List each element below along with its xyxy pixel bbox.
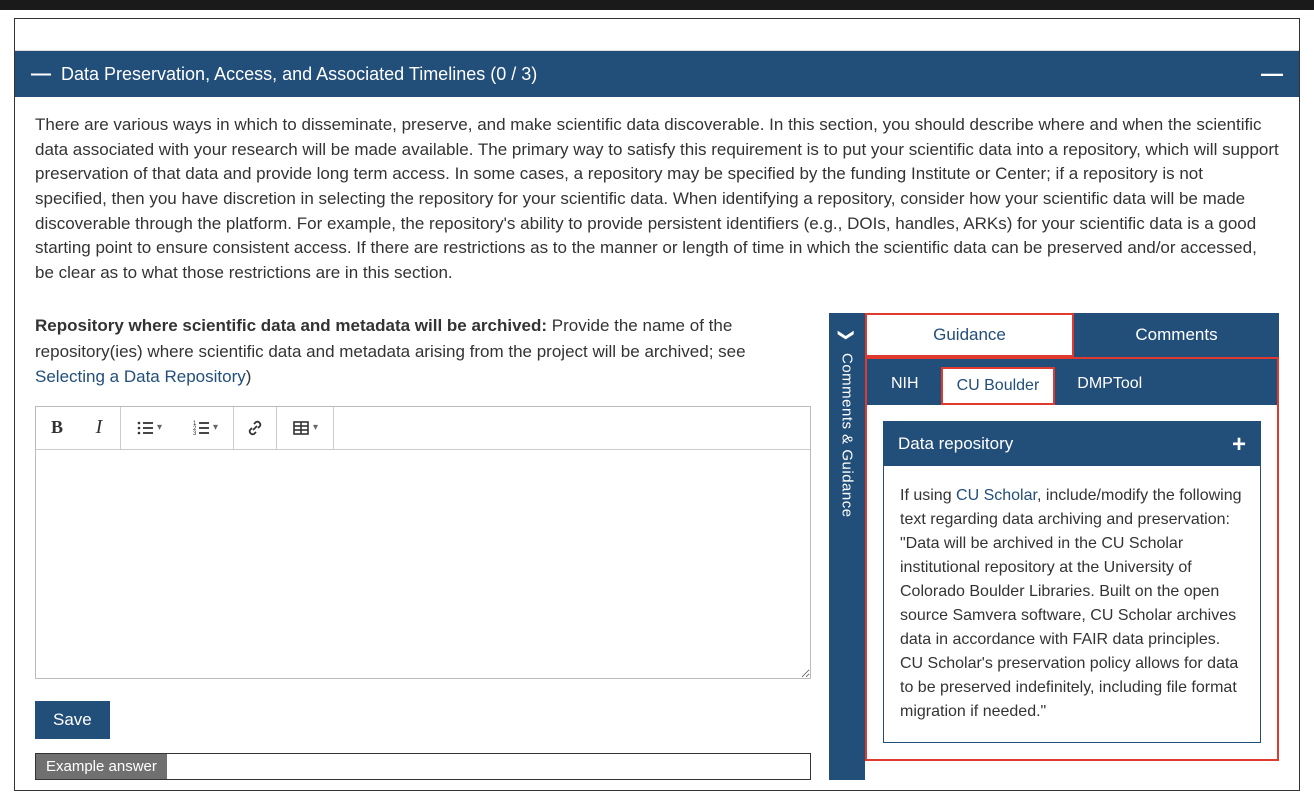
guidance-subtabs: NIH CU Boulder DMPTool: [867, 359, 1277, 405]
collapse-right-icon: —: [1261, 61, 1283, 87]
chevron-down-icon: ▾: [213, 422, 218, 433]
guidance-card-body: If using CU Scholar, include/modify the …: [884, 466, 1260, 742]
link-button[interactable]: [234, 407, 276, 449]
collapse-icon: —: [31, 64, 51, 84]
link-icon: [246, 419, 264, 437]
page-frame: — Data Preservation, Access, and Associa…: [14, 18, 1300, 791]
panel-tabs: Guidance Comments: [865, 313, 1279, 357]
guidance-panel: Guidance Comments NIH CU Boulder DMPTool…: [865, 313, 1279, 780]
guidance-body-rest: , include/modify the following text rega…: [900, 487, 1242, 720]
numbered-list-button[interactable]: 1 2 3 ▾: [177, 407, 233, 449]
question-bold: Repository where scientific data and met…: [35, 316, 547, 335]
question-end: ): [246, 367, 252, 386]
subtab-dmptool[interactable]: DMPTool: [1063, 367, 1156, 405]
section-title: Data Preservation, Access, and Associate…: [61, 64, 537, 85]
chevron-down-icon: ▾: [157, 422, 162, 433]
repository-link[interactable]: Selecting a Data Repository: [35, 367, 246, 386]
cu-scholar-link[interactable]: CU Scholar: [956, 487, 1037, 504]
example-answer-container: Example answer: [35, 753, 811, 780]
rail-label: Comments & Guidance: [839, 353, 856, 518]
table-button[interactable]: ▾: [277, 407, 333, 449]
browser-top-bar: [0, 0, 1314, 10]
chevron-down-icon: ▾: [313, 422, 318, 433]
tab-comments[interactable]: Comments: [1074, 313, 1279, 357]
numbered-list-icon: 1 2 3: [192, 419, 210, 437]
tab-guidance[interactable]: Guidance: [865, 313, 1074, 357]
italic-button[interactable]: I: [78, 407, 120, 449]
guidance-body-prefix: If using: [900, 487, 956, 504]
question-column: Repository where scientific data and met…: [35, 313, 829, 780]
bullet-list-button[interactable]: ▾: [121, 407, 177, 449]
chevron-right-icon: ❯: [837, 329, 857, 342]
subtab-nih[interactable]: NIH: [877, 367, 933, 405]
editor-toolbar: B I ▾: [36, 407, 810, 450]
guidance-card-title: Data repository: [898, 434, 1013, 454]
section-intro: There are various ways in which to disse…: [35, 113, 1279, 285]
header-spacer: [15, 19, 1299, 51]
answer-textarea[interactable]: [36, 450, 810, 678]
plus-icon: +: [1232, 435, 1246, 454]
bullet-list-icon: [136, 419, 154, 437]
save-button[interactable]: Save: [35, 701, 110, 739]
guidance-card-header[interactable]: Data repository +: [884, 422, 1260, 466]
section-body: There are various ways in which to disse…: [15, 97, 1299, 790]
guidance-card: Data repository + If using CU Scholar, i…: [883, 421, 1261, 743]
subtab-cuboulder[interactable]: CU Boulder: [941, 367, 1056, 405]
example-answer-header[interactable]: Example answer: [36, 754, 167, 779]
guidance-content: NIH CU Boulder DMPTool Data repository +…: [865, 357, 1279, 761]
section-header[interactable]: — Data Preservation, Access, and Associa…: [15, 51, 1299, 97]
rich-text-editor: B I ▾: [35, 406, 811, 679]
bold-button[interactable]: B: [36, 407, 78, 449]
comments-guidance-rail[interactable]: ❯ Comments & Guidance: [829, 313, 865, 780]
table-icon: [292, 419, 310, 437]
question-text: Repository where scientific data and met…: [35, 313, 811, 390]
guidance-body: Data repository + If using CU Scholar, i…: [867, 405, 1277, 759]
svg-text:3: 3: [193, 431, 197, 437]
content-row: Repository where scientific data and met…: [35, 313, 1279, 780]
